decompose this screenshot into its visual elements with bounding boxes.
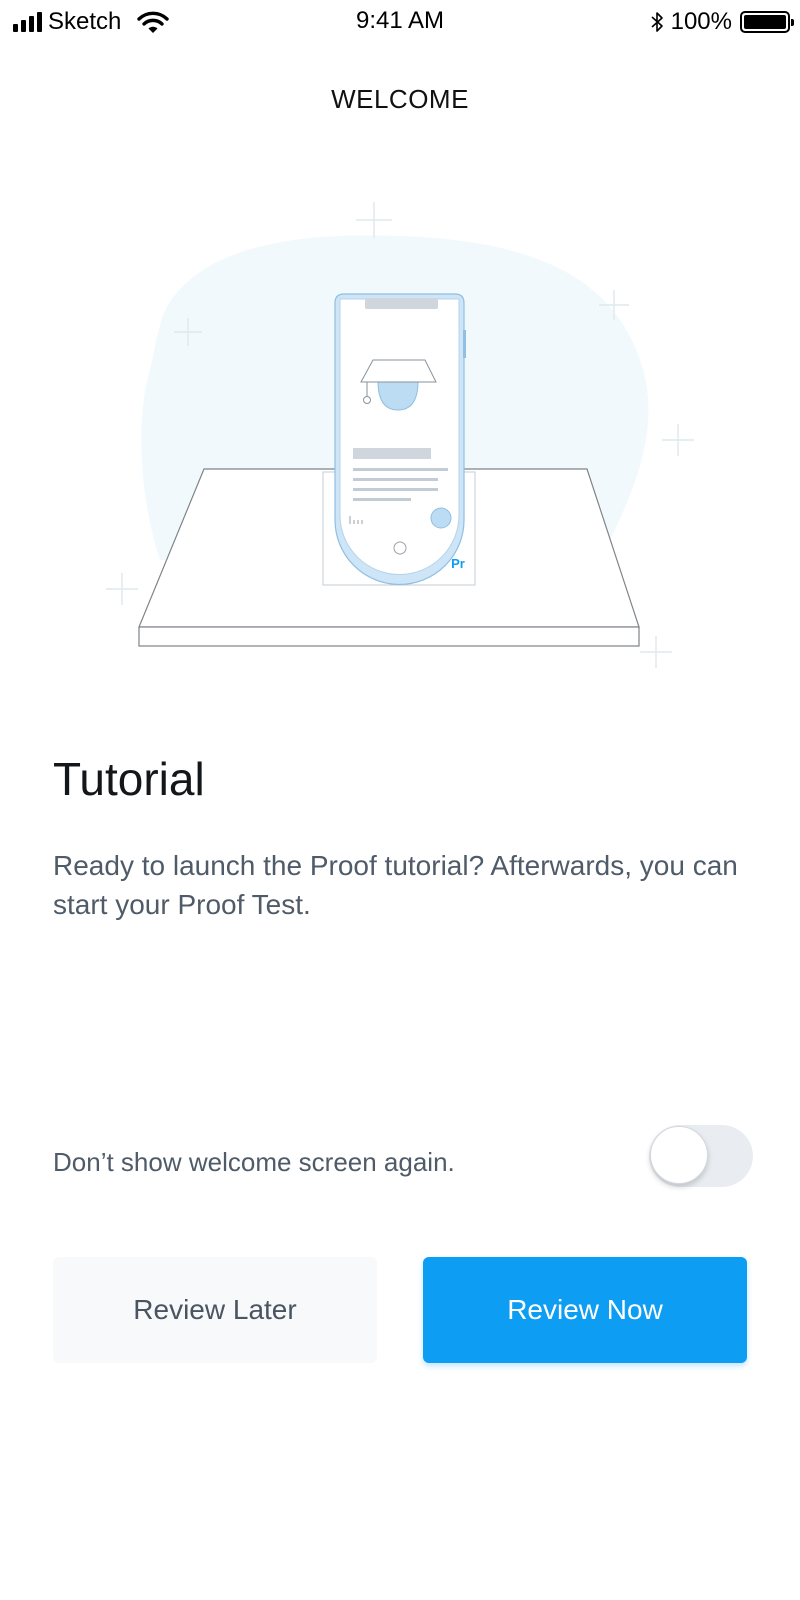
phone-icon [334, 293, 466, 586]
bluetooth-icon [651, 12, 663, 32]
dont-show-again-toggle[interactable] [649, 1125, 753, 1187]
toggle-knob [650, 1126, 708, 1184]
tutorial-illustration: Pr [106, 202, 694, 668]
battery-percent: 100% [670, 8, 732, 35]
welcome-toggle-label: Don’t show welcome screen again. [53, 1147, 455, 1177]
battery-icon [740, 11, 794, 33]
review-later-button[interactable]: Review Later [53, 1257, 377, 1363]
section-title: Tutorial [53, 753, 205, 805]
status-bar: Sketch 9:41 AM 100% [0, 0, 800, 46]
pr-badge: Pr [451, 556, 465, 571]
page-title: WELCOME [331, 84, 469, 114]
status-right: 100% [649, 8, 794, 36]
welcome-preference-row: Don’t show welcome screen again. [53, 1125, 753, 1189]
tutorial-description: Ready to launch the Proof tutorial? Afte… [53, 850, 738, 920]
table-edge [138, 626, 640, 647]
review-now-button[interactable]: Review Now [423, 1257, 747, 1363]
